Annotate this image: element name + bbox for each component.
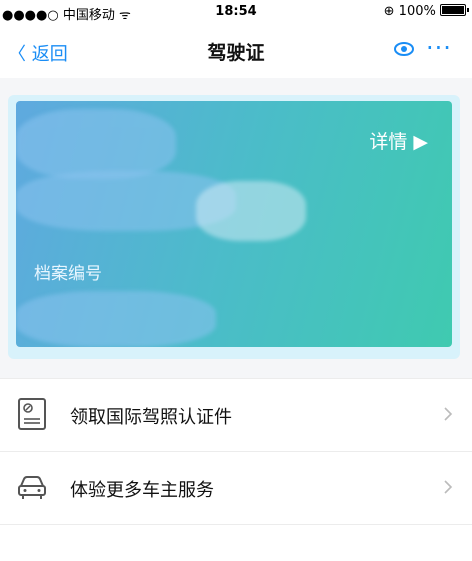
menu-item-label: 领取国际驾照认证件	[70, 407, 232, 428]
car-icon	[18, 476, 46, 499]
menu-item-label: 体验更多车主服务	[70, 480, 214, 501]
card-section: 详情 ▶ 档案编号	[0, 78, 472, 378]
menu-item-car-services[interactable]: 体验更多车主服务	[0, 452, 472, 525]
redaction-scribble	[16, 109, 176, 179]
card-frame: 详情 ▶ 档案编号	[8, 95, 460, 359]
eye-icon[interactable]	[394, 39, 414, 59]
battery-text: ⊕ 100%	[383, 4, 436, 19]
file-number-label: 档案编号	[34, 264, 102, 284]
more-button[interactable]: ···	[426, 34, 452, 62]
chevron-right-icon	[444, 480, 453, 494]
battery-indicator: ⊕ 100%	[383, 4, 469, 19]
license-card[interactable]: 详情 ▶ 档案编号	[16, 101, 452, 347]
status-bar: ●●●●○ 中国移动 ᯤ 18:54 ⊕ 100%	[0, 0, 472, 23]
card-detail-link[interactable]: 详情 ▶	[369, 127, 428, 154]
navigation-bar: 〈 返回 驾驶证 ···	[0, 22, 472, 78]
redaction-scribble	[16, 291, 216, 347]
chevron-right-icon	[444, 407, 453, 421]
license-document-icon	[18, 398, 46, 430]
battery-icon	[440, 4, 469, 16]
service-menu: 领取国际驾照认证件 体验更多车主服务	[0, 378, 472, 525]
redaction-scribble	[196, 181, 306, 241]
menu-item-international-license[interactable]: 领取国际驾照认证件	[0, 378, 472, 452]
